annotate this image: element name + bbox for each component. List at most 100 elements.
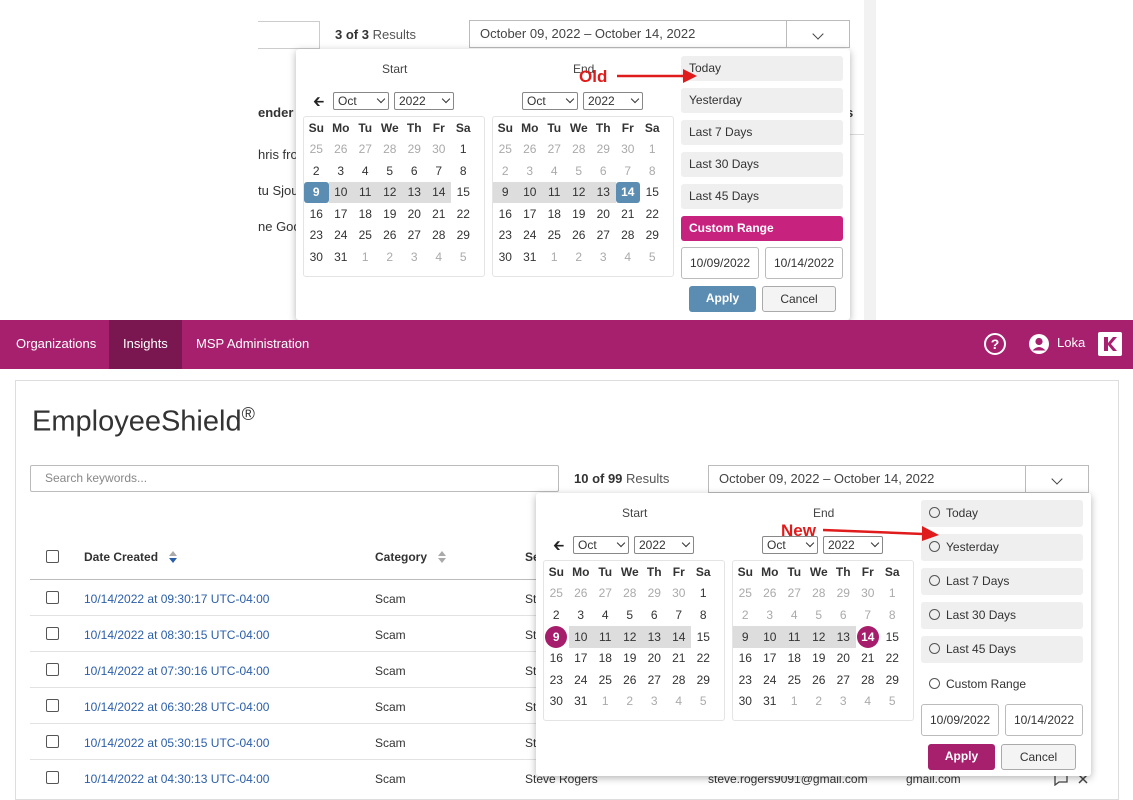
date-link[interactable]: 10/14/2022 at 07:30:16 UTC-04:00 <box>84 664 269 678</box>
calendar-day[interactable]: 6 <box>831 604 856 626</box>
calendar-day[interactable]: 18 <box>782 648 807 670</box>
calendar-day[interactable]: 7 <box>856 604 881 626</box>
cancel-button[interactable]: Cancel <box>762 286 836 312</box>
row-checkbox[interactable] <box>46 735 59 748</box>
range-last-45-days[interactable]: Last 45 Days <box>921 636 1083 663</box>
calendar-day[interactable]: 28 <box>856 669 881 691</box>
calendar-day[interactable]: 22 <box>451 203 476 225</box>
calendar-day[interactable]: 1 <box>691 583 716 605</box>
calendar-day[interactable]: 24 <box>518 225 543 247</box>
calendar-day[interactable]: 15 <box>640 182 665 204</box>
calendar-day[interactable]: 3 <box>831 691 856 713</box>
calendar-day[interactable]: 5 <box>378 160 403 182</box>
calendar-day[interactable]: 25 <box>544 583 569 605</box>
date-link[interactable]: 10/14/2022 at 08:30:15 UTC-04:00 <box>84 628 269 642</box>
start-year-select[interactable]: 2022 <box>634 536 694 554</box>
date-link[interactable]: 10/14/2022 at 09:30:17 UTC-04:00 <box>84 592 269 606</box>
end-month-select[interactable]: Oct <box>522 92 578 110</box>
row-checkbox[interactable] <box>46 771 59 784</box>
calendar-day[interactable]: 17 <box>518 203 543 225</box>
calendar-day[interactable]: 25 <box>593 669 618 691</box>
range-last-7-days[interactable]: Last 7 Days <box>921 568 1083 595</box>
old-search-input[interactable] <box>258 21 320 49</box>
calendar-day[interactable]: 4 <box>353 160 378 182</box>
calendar-day[interactable]: 1 <box>451 139 476 161</box>
calendar-day[interactable]: 19 <box>618 648 643 670</box>
calendar-day[interactable]: 4 <box>782 604 807 626</box>
calendar-day[interactable]: 4 <box>593 604 618 626</box>
calendar-day[interactable]: 15 <box>691 626 716 648</box>
calendar-day[interactable]: 13 <box>831 625 856 648</box>
calendar-day[interactable]: 22 <box>691 648 716 670</box>
range-last-30-days[interactable]: Last 30 Days <box>921 602 1083 629</box>
calendar-day[interactable]: 24 <box>758 669 783 691</box>
search-input[interactable]: Search keywords... <box>30 465 559 492</box>
radio-icon[interactable] <box>929 507 940 518</box>
calendar-day[interactable]: 29 <box>591 139 616 161</box>
calendar-day[interactable]: 14 <box>856 625 881 648</box>
calendar-day[interactable]: 30 <box>667 583 692 605</box>
calendar-day[interactable]: 9 <box>733 625 758 648</box>
calendar-day[interactable]: 27 <box>831 669 856 691</box>
row-checkbox[interactable] <box>46 591 59 604</box>
from-date-input[interactable]: 10/09/2022 <box>921 704 999 736</box>
calendar-day[interactable]: 27 <box>782 583 807 605</box>
old-date-range[interactable]: October 09, 2022 – October 14, 2022 <box>469 20 787 48</box>
to-date-input[interactable]: 10/14/2022 <box>765 247 843 279</box>
calendar-day[interactable]: 28 <box>807 583 832 605</box>
range-custom[interactable]: Custom Range <box>921 671 1083 698</box>
calendar-day[interactable]: 25 <box>353 225 378 247</box>
calendar-day[interactable]: 31 <box>329 246 354 268</box>
calendar-day[interactable]: 25 <box>304 139 329 161</box>
calendar-day[interactable]: 17 <box>569 648 594 670</box>
apply-button[interactable]: Apply <box>928 744 995 770</box>
calendar-day[interactable]: 4 <box>667 691 692 713</box>
calendar-day[interactable]: 8 <box>451 160 476 182</box>
calendar-day[interactable]: 11 <box>782 625 807 648</box>
calendar-day[interactable]: 1 <box>353 246 378 268</box>
calendar-day[interactable]: 21 <box>427 203 452 225</box>
calendar-day[interactable]: 26 <box>807 669 832 691</box>
calendar-day[interactable]: 1 <box>782 691 807 713</box>
calendar-day[interactable]: 1 <box>542 246 567 268</box>
date-range-display[interactable]: October 09, 2022 – October 14, 2022 <box>708 465 1026 493</box>
calendar-day[interactable]: 29 <box>402 139 427 161</box>
calendar-day[interactable]: 11 <box>593 625 618 648</box>
calendar-day[interactable]: 15 <box>451 182 476 204</box>
nav-insights[interactable]: Insights <box>109 320 182 369</box>
selected-day[interactable]: 14 <box>856 625 879 648</box>
calendar-day[interactable]: 7 <box>427 160 452 182</box>
calendar-day[interactable]: 2 <box>807 691 832 713</box>
calendar-day[interactable]: 2 <box>544 604 569 626</box>
calendar-day[interactable]: 30 <box>733 691 758 713</box>
prev-month-icon[interactable]: 🡰 <box>553 535 564 559</box>
date-dropdown-button[interactable] <box>1025 465 1089 493</box>
calendar-day[interactable]: 28 <box>567 139 592 161</box>
calendar-day[interactable]: 16 <box>493 203 518 225</box>
calendar-day[interactable]: 26 <box>518 139 543 161</box>
calendar-day[interactable]: 26 <box>329 139 354 161</box>
cancel-button[interactable]: Cancel <box>1001 744 1076 770</box>
calendar-day[interactable]: 19 <box>807 648 832 670</box>
calendar-day[interactable]: 1 <box>640 139 665 161</box>
radio-icon[interactable] <box>929 541 940 552</box>
calendar-day[interactable]: 8 <box>691 604 716 626</box>
calendar-day[interactable]: 12 <box>377 181 402 203</box>
calendar-day[interactable]: 22 <box>640 203 665 225</box>
calendar-day[interactable]: 5 <box>567 160 592 182</box>
calendar-day[interactable]: 6 <box>591 160 616 182</box>
calendar-day[interactable]: 3 <box>642 691 667 713</box>
calendar-day[interactable]: 30 <box>616 139 641 161</box>
calendar-day[interactable]: 7 <box>667 604 692 626</box>
calendar-day[interactable]: 14 <box>426 181 451 203</box>
calendar-day[interactable]: 18 <box>593 648 618 670</box>
calendar-day[interactable]: 27 <box>542 139 567 161</box>
calendar-day[interactable]: 20 <box>831 648 856 670</box>
calendar-day[interactable]: 11 <box>542 181 567 203</box>
calendar-day[interactable]: 3 <box>569 604 594 626</box>
calendar-day[interactable]: 28 <box>616 225 641 247</box>
calendar-day[interactable]: 21 <box>856 648 881 670</box>
calendar-day[interactable]: 3 <box>402 246 427 268</box>
from-date-input[interactable]: 10/09/2022 <box>681 247 759 279</box>
calendar-day[interactable]: 4 <box>542 160 567 182</box>
